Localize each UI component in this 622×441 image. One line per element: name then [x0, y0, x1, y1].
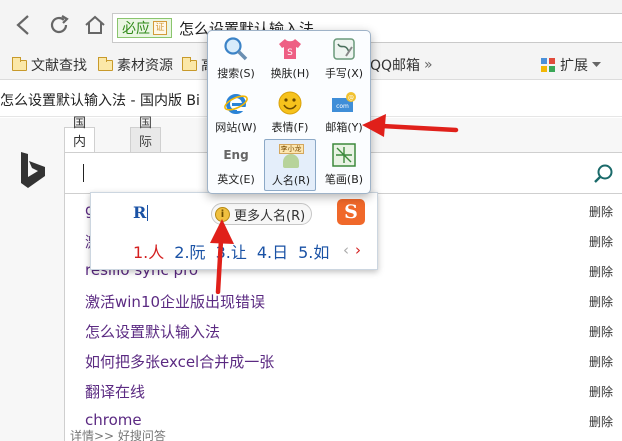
bookmarks-overflow-button[interactable]: »: [424, 57, 433, 73]
mail-icon: com@: [332, 92, 356, 112]
list-item[interactable]: 激活win10企业版出现错误 删除: [65, 286, 622, 316]
tool-stroke[interactable]: 笔画(B): [318, 139, 370, 191]
english-icon-glyph: Eng: [223, 148, 249, 162]
handwriting-icon: [333, 38, 355, 60]
suggestion-text[interactable]: 如何把多张excel合并成一张: [85, 351, 274, 372]
tool-label: 笔画(B): [324, 173, 364, 186]
ime-toolbox-popup: 搜索(S) S 换肤(H) 手写(X) 网站(W) 表情(F) com @ 邮箱(…: [207, 30, 371, 194]
smiley-icon: [278, 91, 302, 115]
stroke-icon: [332, 143, 356, 167]
reload-icon: [50, 15, 69, 34]
back-button[interactable]: [10, 12, 36, 38]
search-engine-label: 必应: [122, 21, 150, 37]
list-item[interactable]: 怎么设置默认输入法 删除: [65, 316, 622, 346]
tab-title[interactable]: 怎么设置默认输入法 - 国内版 Bi: [0, 90, 200, 110]
delete-link[interactable]: 删除: [589, 203, 613, 220]
tool-label: 网站(W): [215, 121, 257, 134]
chevron-down-icon: [592, 62, 601, 67]
extensions-button[interactable]: 扩展: [540, 55, 601, 75]
bookmark-label: QQ邮箱: [370, 58, 421, 74]
tool-handwriting[interactable]: 手写(X): [318, 33, 370, 85]
bookmark-qqmail[interactable]: QQ邮箱 »: [370, 55, 433, 75]
bookmark-label: 素材资源: [117, 58, 173, 74]
list-item[interactable]: 如何把多张excel合并成一张 删除: [65, 346, 622, 376]
tool-label: 手写(X): [324, 67, 364, 80]
prev-page-button[interactable]: ‹: [343, 241, 349, 259]
delete-link[interactable]: 删除: [589, 233, 613, 250]
tool-label: 英文(E): [217, 173, 255, 186]
name-card-text: 李小龙: [278, 144, 304, 154]
delete-link[interactable]: 删除: [589, 413, 613, 430]
magnifier-icon: [224, 37, 248, 61]
folder-icon: [11, 56, 27, 71]
annotation-arrow-icon: [210, 219, 234, 294]
svg-text:com: com: [336, 103, 349, 110]
ime-composition: R: [133, 203, 147, 222]
english-icon: Eng: [223, 142, 249, 168]
sogou-logo-icon[interactable]: S: [337, 199, 365, 225]
tool-label: 搜索(S): [217, 67, 255, 80]
tool-website[interactable]: 网站(W): [210, 87, 262, 139]
suggestion-text[interactable]: 激活win10企业版出现错误: [85, 291, 265, 312]
folder-icon: [181, 56, 197, 71]
home-icon: [85, 15, 105, 34]
bookmark-sucai[interactable]: 素材资源: [97, 55, 173, 75]
delete-link[interactable]: 删除: [589, 293, 613, 310]
tool-skin[interactable]: S 换肤(H): [264, 33, 316, 85]
bookmark-label: 文献查找: [31, 58, 87, 74]
svg-text:S: S: [287, 48, 293, 58]
tab-international[interactable]: 国际版: [130, 116, 162, 169]
folder-icon: [97, 56, 113, 71]
ime-caret: [147, 205, 148, 221]
candidate-5[interactable]: 5.如: [298, 239, 329, 263]
tool-person-name[interactable]: 李小龙 人名(R): [264, 139, 316, 191]
back-arrow-icon: [16, 15, 29, 35]
delete-link[interactable]: 删除: [589, 323, 613, 340]
partial-footer-text: 详情>> 好搜问答: [70, 429, 166, 441]
extensions-label: 扩展: [560, 58, 588, 74]
candidate-1[interactable]: 1.人: [133, 239, 164, 263]
tool-label: 换肤(H): [270, 67, 310, 80]
tool-emoji[interactable]: 表情(F): [264, 87, 316, 139]
more-names-label: 更多人名(R): [234, 208, 306, 224]
candidate-pager: ‹ ›: [343, 241, 361, 259]
extensions-icon: [541, 58, 555, 72]
tool-label: 人名(R): [271, 174, 311, 187]
bing-logo-icon[interactable]: [18, 150, 48, 190]
delete-link[interactable]: 删除: [589, 383, 613, 400]
name-card-icon: 李小龙: [278, 143, 304, 169]
delete-link[interactable]: 删除: [589, 353, 613, 370]
reload-button[interactable]: [46, 12, 72, 38]
search-icon[interactable]: [593, 163, 615, 185]
tool-search[interactable]: 搜索(S): [210, 33, 262, 85]
bookmark-wenxian[interactable]: 文献查找: [11, 55, 87, 75]
tab-domestic[interactable]: 国内版: [64, 116, 96, 169]
home-button[interactable]: [82, 12, 108, 38]
svg-text:@: @: [348, 95, 354, 102]
suggestion-text[interactable]: 翻译在线: [85, 381, 145, 402]
ie-icon: [224, 94, 248, 114]
next-page-button[interactable]: ›: [355, 241, 361, 259]
tshirt-icon: S: [279, 39, 301, 59]
tool-english[interactable]: Eng 英文(E): [210, 139, 262, 191]
candidate-2[interactable]: 2.阮: [174, 239, 205, 263]
annotation-arrow-icon: [362, 114, 459, 137]
candidate-4[interactable]: 4.日: [257, 239, 288, 263]
tool-label: 表情(F): [271, 121, 309, 134]
suggestion-text[interactable]: 怎么设置默认输入法: [85, 321, 220, 342]
search-engine-badge[interactable]: 必应 证: [117, 18, 172, 38]
delete-link[interactable]: 删除: [589, 263, 613, 280]
list-item[interactable]: 翻译在线 删除: [65, 376, 622, 406]
certificate-icon: 证: [153, 21, 167, 35]
text-caret: [83, 164, 84, 182]
